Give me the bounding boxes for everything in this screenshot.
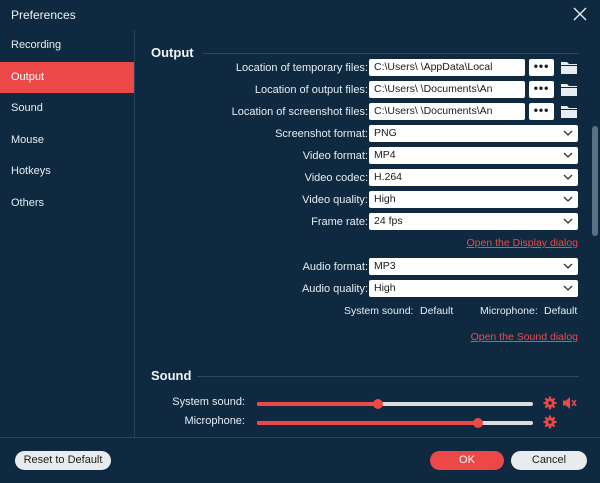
- chevron-down-icon: [563, 130, 573, 136]
- microphone-slider-thumb[interactable]: [472, 418, 483, 428]
- system-sound-slider-label: System sound:: [172, 396, 245, 408]
- ok-button[interactable]: OK: [430, 451, 504, 470]
- screenshot-files-path[interactable]: C:\Users\ \Documents\An: [369, 103, 525, 120]
- temp-files-path[interactable]: C:\Users\ \AppData\Local: [369, 59, 525, 76]
- window-title: Preferences: [11, 8, 76, 22]
- open-sound-dialog-link[interactable]: Open the Sound dialog: [471, 331, 578, 343]
- section-divider: [197, 376, 579, 377]
- title-bar: Preferences: [0, 0, 600, 30]
- audio-quality-value: High: [374, 282, 396, 294]
- system-sound-slider[interactable]: [257, 399, 533, 409]
- temp-files-label: Location of temporary files:: [235, 62, 368, 74]
- video-codec-label: Video codec:: [304, 172, 368, 184]
- footer: Reset to Default OK Cancel: [0, 437, 600, 483]
- chevron-down-icon: [563, 263, 573, 269]
- folder-icon[interactable]: [560, 59, 578, 76]
- folder-icon[interactable]: [560, 103, 578, 120]
- sidebar-item-mouse[interactable]: Mouse: [0, 125, 134, 157]
- audio-format-value: MP3: [374, 260, 396, 272]
- output-files-label: Location of output files:: [254, 84, 368, 96]
- audio-format-select[interactable]: MP3: [369, 258, 578, 275]
- system-sound-info-label: System sound:: [344, 305, 414, 317]
- output-files-path[interactable]: C:\Users\ \Documents\An: [369, 81, 525, 98]
- cancel-button[interactable]: Cancel: [511, 451, 587, 470]
- audio-format-label: Audio format:: [302, 261, 368, 273]
- video-format-select[interactable]: MP4: [369, 147, 578, 164]
- screenshot-files-label: Location of screenshot files:: [231, 106, 368, 118]
- frame-rate-label: Frame rate:: [311, 216, 368, 228]
- screenshot-format-select[interactable]: PNG: [369, 125, 578, 142]
- temp-files-browse-button[interactable]: •••: [529, 59, 554, 76]
- chevron-down-icon: [563, 285, 573, 291]
- output-section-title: Output: [151, 45, 194, 60]
- microphone-info-label: Microphone:: [480, 305, 538, 317]
- output-files-browse-button[interactable]: •••: [529, 81, 554, 98]
- microphone-slider-label: Microphone:: [184, 415, 245, 427]
- folder-icon[interactable]: [560, 81, 578, 98]
- settings-panel: Output Location of temporary files: C:\U…: [135, 30, 600, 437]
- screenshot-format-label: Screenshot format:: [275, 128, 368, 140]
- system-sound-slider-thumb[interactable]: [373, 399, 384, 409]
- sidebar-item-recording[interactable]: Recording: [0, 30, 134, 62]
- audio-quality-select[interactable]: High: [369, 280, 578, 297]
- system-sound-slider-fill: [257, 402, 379, 406]
- open-display-dialog-link[interactable]: Open the Display dialog: [467, 237, 579, 249]
- sound-section-title: Sound: [151, 368, 192, 383]
- sidebar-item-hotkeys[interactable]: Hotkeys: [0, 156, 134, 188]
- sidebar: Recording Output Sound Mouse Hotkeys Oth…: [0, 30, 135, 437]
- screenshot-format-value: PNG: [374, 127, 397, 139]
- video-quality-value: High: [374, 193, 396, 205]
- microphone-info-value: Default: [544, 305, 578, 317]
- microphone-slider[interactable]: [257, 418, 533, 428]
- video-format-label: Video format:: [302, 150, 368, 162]
- video-codec-select[interactable]: H.264: [369, 169, 578, 186]
- frame-rate-select[interactable]: 24 fps: [369, 213, 578, 230]
- chevron-down-icon: [563, 152, 573, 158]
- chevron-down-icon: [563, 196, 573, 202]
- video-codec-value: H.264: [374, 171, 403, 183]
- audio-quality-label: Audio quality:: [301, 283, 368, 295]
- close-icon[interactable]: [572, 6, 588, 22]
- speaker-icon[interactable]: [562, 396, 578, 410]
- section-divider: [203, 53, 579, 54]
- gear-icon[interactable]: [543, 396, 557, 410]
- reset-to-default-button[interactable]: Reset to Default: [15, 451, 111, 470]
- screenshot-files-browse-button[interactable]: •••: [529, 103, 554, 120]
- scrollbar-thumb[interactable]: [592, 126, 598, 236]
- sidebar-item-others[interactable]: Others: [0, 188, 134, 220]
- gear-icon[interactable]: [543, 415, 557, 429]
- system-sound-info-value: Default: [420, 305, 454, 317]
- microphone-slider-fill: [257, 421, 478, 425]
- chevron-down-icon: [563, 174, 573, 180]
- frame-rate-value: 24 fps: [374, 215, 403, 227]
- video-quality-select[interactable]: High: [369, 191, 578, 208]
- sidebar-item-output[interactable]: Output: [0, 61, 134, 93]
- sidebar-item-sound[interactable]: Sound: [0, 93, 134, 125]
- scrollbar[interactable]: [592, 30, 598, 437]
- chevron-down-icon: [563, 218, 573, 224]
- video-format-value: MP4: [374, 149, 396, 161]
- video-quality-label: Video quality:: [302, 194, 368, 206]
